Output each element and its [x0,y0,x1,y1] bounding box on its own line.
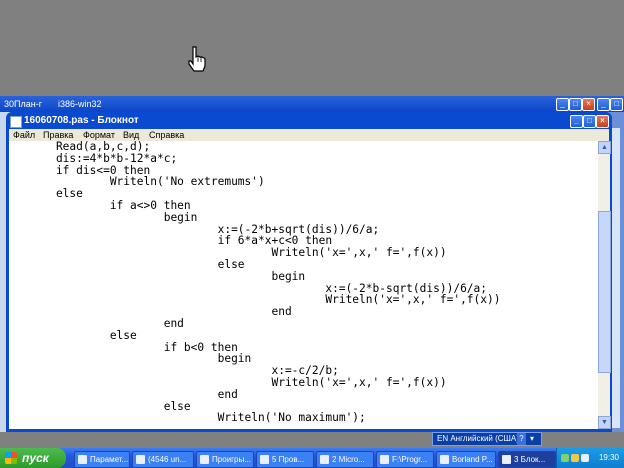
code-line: dis:=4*b*b-12*a*c; [29,151,178,165]
clock: 19:30 [598,453,619,462]
taskbar-item[interactable]: 5 Пров... [256,451,314,468]
code-line: Writeln('No maximum'); [29,411,366,425]
code-line: begin [29,210,198,224]
minimize-icon[interactable]: _ [556,98,569,111]
code-line: Writeln('No extremums') [29,175,265,189]
menu-edit[interactable]: Правка [43,129,73,141]
menu-bar: Файл Правка Формат Вид Справка [9,129,609,141]
scroll-up-icon[interactable]: ▲ [598,141,611,154]
bg-window-tab[interactable]: 30План-г [4,98,54,110]
help-icon[interactable]: ? [517,433,526,445]
app-icon [200,455,209,464]
console-icon [440,455,449,464]
minimize-icon[interactable]: _ [597,98,610,111]
code-line: end [29,387,238,401]
text-editor-area[interactable]: Read(a,b,c,d); dis:=4*b*b-12*a*c; if dis… [9,141,598,429]
close-icon[interactable]: × [596,115,609,128]
bg-window-tab[interactable]: i386-win32 [58,98,128,110]
code-line: else [29,328,137,342]
taskbar-item[interactable]: F:\Progr... [376,451,434,468]
notepad-icon [10,116,22,128]
window-title: 16060708.pas - Блокнот [24,115,139,126]
taskbar-item[interactable]: 2 Micro... [316,451,374,468]
language-label: EN Английский (США) [437,434,519,443]
code-text: Read(a,b,c,d); dis:=4*b*b-12*a*c; if dis… [29,141,501,425]
taskbar-item[interactable]: Парамет... [74,451,130,468]
network-icon[interactable] [561,454,569,462]
code-line: end [29,316,184,330]
taskbar-item[interactable]: Borland P... [436,451,496,468]
taskbar-item[interactable]: (4546 un... [132,451,194,468]
notepad-titlebar[interactable]: 16060708.pas - Блокнот _ □ × [8,114,609,128]
volume-icon[interactable] [581,454,589,462]
menu-help[interactable]: Справка [149,129,184,141]
vertical-scrollbar[interactable]: ▲ ▼ [598,141,611,429]
menu-format[interactable]: Формат [83,129,115,141]
desktop-area [0,0,624,96]
code-line: Writeln('x=',x,' f=',f(x)) [29,375,447,389]
scrollbar-thumb[interactable] [598,211,611,373]
menu-view[interactable]: Вид [123,129,139,141]
menu-file[interactable]: Файл [13,129,35,141]
code-line: begin [29,269,306,283]
app-icon [136,455,145,464]
app-icon [78,455,87,464]
notepad-icon [502,455,511,464]
code-line: else [29,257,245,271]
start-button[interactable]: пуск [0,448,66,468]
close-icon[interactable]: × [582,98,595,111]
console-icon [380,455,389,464]
hand-cursor-icon [188,46,206,72]
scroll-down-icon[interactable]: ▼ [598,416,611,429]
maximize-icon[interactable]: □ [569,98,582,111]
word-icon [320,455,329,464]
background-window-titlebar[interactable]: 30План-г i386-win32 _ □ × _ □ [0,96,624,112]
options-arrow-icon[interactable]: ▾ [530,433,534,445]
minimize-icon[interactable]: _ [570,115,583,128]
windows-logo-icon [5,452,17,464]
taskbar-item[interactable]: Проигры... [196,451,254,468]
language-bar[interactable]: EN Английский (США) ? ▾ [432,432,542,446]
maximize-icon[interactable]: □ [583,115,596,128]
code-line: if a<>0 then [29,198,191,212]
taskbar-item-active[interactable]: 3 Блок... [498,451,556,468]
folder-icon [260,455,269,464]
maximize-icon[interactable]: □ [610,98,623,111]
system-tray: 19:30 [556,448,624,468]
security-icon[interactable] [571,454,579,462]
